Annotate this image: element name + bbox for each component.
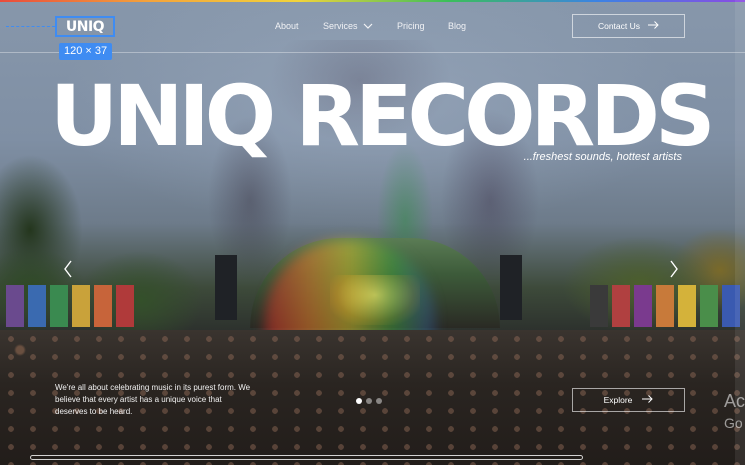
flag-row xyxy=(0,285,745,330)
flag xyxy=(612,285,630,327)
hero-tagline: ...freshest sounds, hottest artists xyxy=(523,151,682,163)
flag xyxy=(590,285,608,327)
flag xyxy=(634,285,652,327)
slider-dots xyxy=(356,398,382,404)
slider-dot-active[interactable] xyxy=(356,398,362,404)
slider-dot[interactable] xyxy=(376,398,382,404)
contact-us-label: Contact Us xyxy=(597,21,641,31)
rainbow-strip xyxy=(0,0,745,2)
flag xyxy=(116,285,134,327)
selection-guide xyxy=(6,26,55,27)
flag xyxy=(94,285,112,327)
next-slide-subtitle: Go xyxy=(724,415,743,431)
nav-item-about[interactable]: About xyxy=(275,21,299,31)
next-slide-title: Ac xyxy=(724,391,745,411)
horizontal-scrollbar[interactable] xyxy=(30,455,583,460)
flag xyxy=(700,285,718,327)
explore-button[interactable]: Explore xyxy=(572,388,685,412)
chevron-down-icon xyxy=(363,21,373,31)
explore-label: Explore xyxy=(603,395,633,405)
logo-link[interactable]: UNIQ xyxy=(55,16,115,37)
next-slide-preview: Ac Go xyxy=(724,390,745,434)
nav-item-blog[interactable]: Blog xyxy=(448,21,466,31)
flag xyxy=(6,285,24,327)
nav-item-label: Services xyxy=(323,21,358,31)
nav-item-services[interactable]: Services xyxy=(323,21,373,31)
slider-dot[interactable] xyxy=(366,398,372,404)
contact-us-button[interactable]: Contact Us xyxy=(572,14,685,38)
logo: UNIQ xyxy=(65,18,105,35)
arrow-right-icon xyxy=(642,395,654,405)
hero-blurb: We're all about celebrating music in its… xyxy=(55,383,251,416)
flag xyxy=(678,285,696,327)
flag xyxy=(50,285,68,327)
hero-title: UNIQ RECORDS xyxy=(50,67,715,165)
arrow-right-icon xyxy=(648,21,659,31)
flag xyxy=(656,285,674,327)
chevron-right-icon[interactable] xyxy=(668,259,680,279)
chevron-left-icon[interactable] xyxy=(62,259,74,279)
selection-size-badge: 120 × 37 xyxy=(59,43,113,60)
flag xyxy=(72,285,90,327)
flag xyxy=(28,285,46,327)
nav-item-pricing[interactable]: Pricing xyxy=(397,21,425,31)
